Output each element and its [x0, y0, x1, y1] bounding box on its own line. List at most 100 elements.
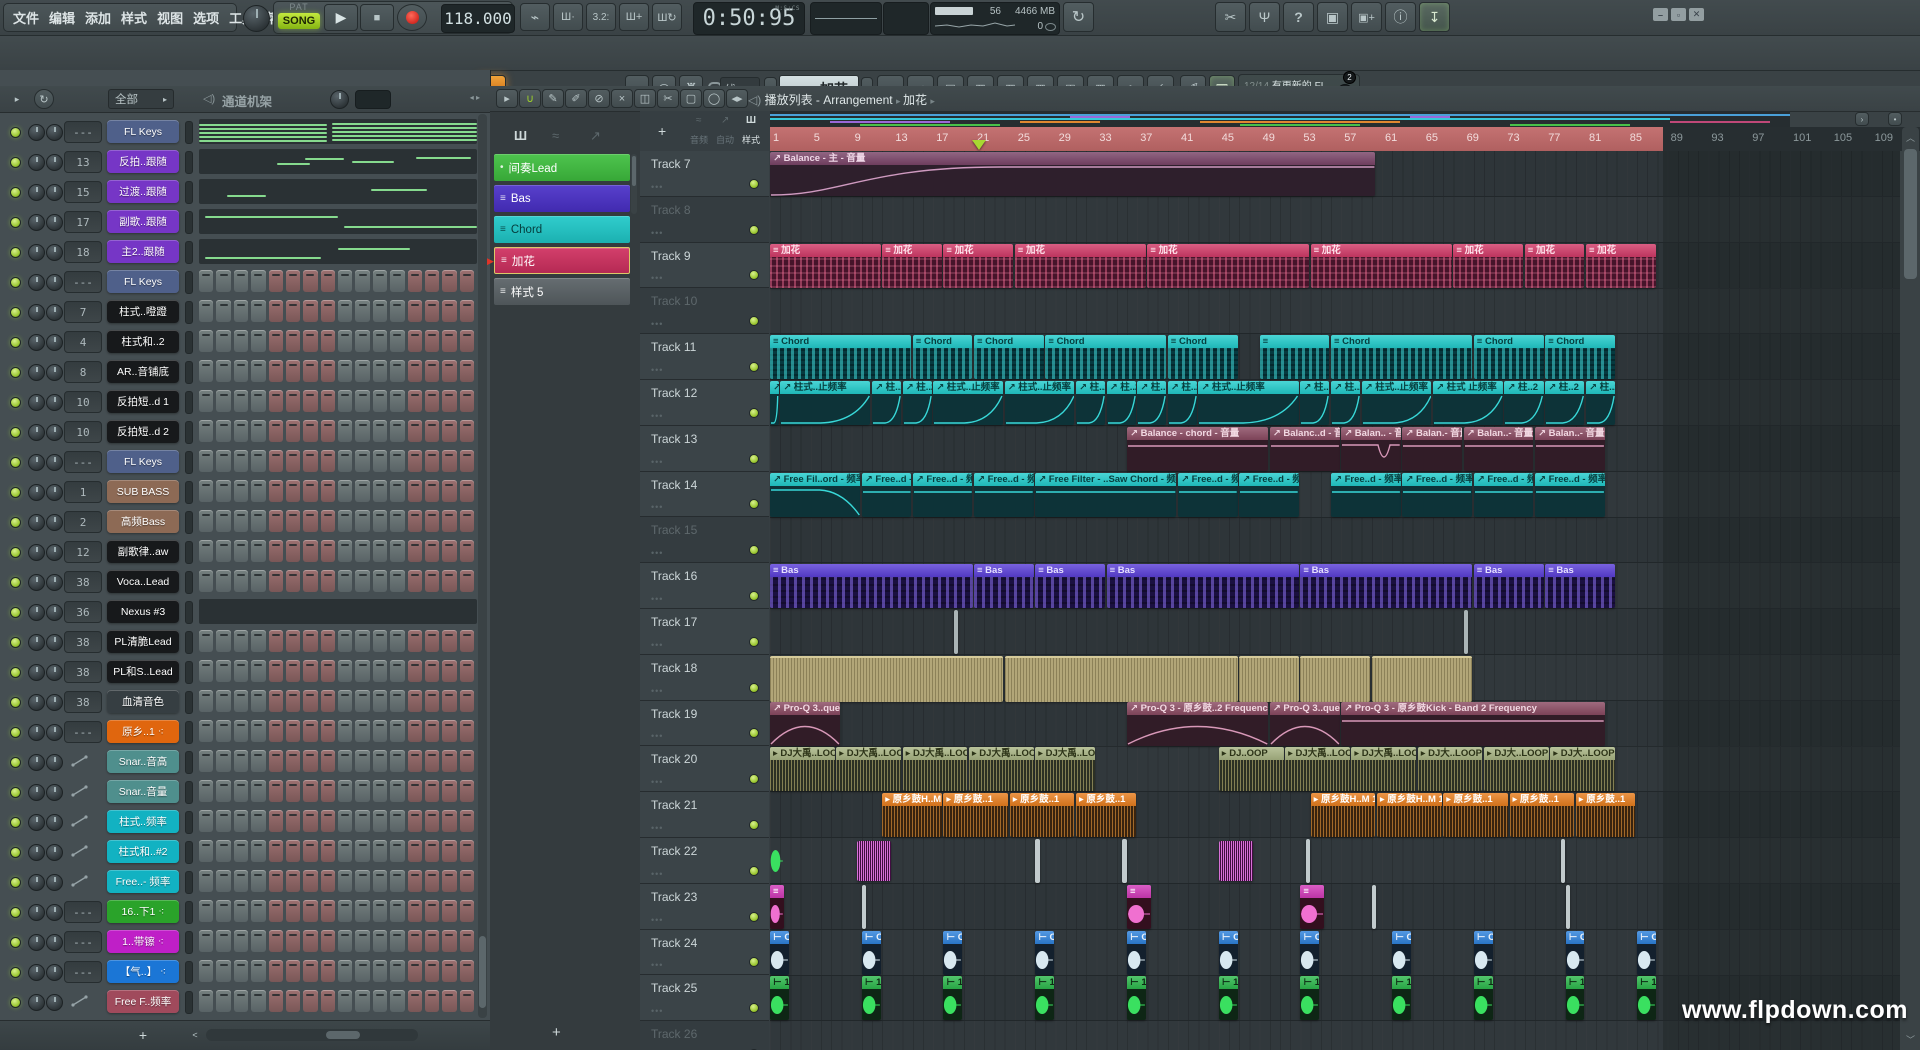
- step-cell[interactable]: [286, 690, 300, 712]
- step-cell[interactable]: [269, 630, 283, 652]
- cpu-memory-panel[interactable]: 56 4466 MB 0: [930, 2, 1060, 35]
- step-cell[interactable]: [303, 720, 317, 742]
- wait-for-input-button[interactable]: Ш·: [553, 3, 583, 31]
- step-sequencer-cells[interactable]: [199, 840, 477, 863]
- step-cell[interactable]: [355, 810, 369, 832]
- step-cell[interactable]: [390, 690, 404, 712]
- pan-knob[interactable]: [28, 394, 45, 411]
- step-cell[interactable]: [251, 270, 265, 292]
- close-button[interactable]: ✕: [1689, 8, 1704, 21]
- clip-加花[interactable]: ≡ 加花: [1311, 244, 1452, 288]
- track-mute-led[interactable]: [749, 225, 759, 235]
- step-cell[interactable]: [234, 270, 248, 292]
- channel-button[interactable]: PL清脆Lead: [107, 630, 179, 653]
- step-cell[interactable]: [199, 960, 213, 982]
- select-tool[interactable]: ▢: [680, 89, 702, 108]
- step-cell[interactable]: [460, 540, 474, 562]
- step-cell[interactable]: [373, 810, 387, 832]
- clip-柱..2[interactable]: ↗ 柱..2: [872, 381, 901, 425]
- step-cell[interactable]: [321, 510, 335, 532]
- rack-swing-knob[interactable]: [330, 90, 349, 109]
- track-name[interactable]: Track 25: [651, 981, 697, 995]
- step-sequencer-cells[interactable]: [199, 270, 477, 293]
- small-audio-clip[interactable]: [1372, 885, 1377, 929]
- small-audio-clip[interactable]: [862, 885, 867, 929]
- step-cell[interactable]: [269, 930, 283, 952]
- track-lane-11[interactable]: ≡ Chord≡ Chord≡ Chord≡ Chord≡ Chord≡ ≡ C…: [770, 334, 1900, 380]
- volume-knob[interactable]: [46, 754, 63, 771]
- step-cell[interactable]: [460, 990, 474, 1012]
- track-lane-19[interactable]: ↗ Pro-Q 3..quency↗ Pro-Q 3 - 原乡鼓..2 Freq…: [770, 701, 1900, 747]
- step-cell[interactable]: [425, 540, 439, 562]
- clip-DJ大禹..LOOP[interactable]: ▸ DJ大禹..LOOP: [836, 747, 901, 791]
- pattern-item-样式 5[interactable]: ≡样式 5: [494, 278, 630, 305]
- step-cell[interactable]: [425, 660, 439, 682]
- audio-clip[interactable]: [770, 656, 1003, 702]
- step-cell[interactable]: [373, 750, 387, 772]
- step-cell[interactable]: [425, 390, 439, 412]
- clip-DJ大..LOOP[interactable]: ▸ DJ大..LOOP: [1484, 747, 1549, 791]
- step-cell[interactable]: [234, 750, 248, 772]
- step-cell[interactable]: [269, 450, 283, 472]
- track-grip[interactable]: •••: [651, 273, 663, 283]
- volume-knob[interactable]: [46, 784, 63, 801]
- paint-tool[interactable]: ✐: [565, 89, 587, 108]
- step-cell[interactable]: [460, 510, 474, 532]
- track-mute-led[interactable]: [749, 637, 759, 647]
- step-cell[interactable]: [303, 510, 317, 532]
- step-cell[interactable]: [269, 990, 283, 1012]
- small-audio-clip[interactable]: [1561, 839, 1566, 883]
- track-header-Track-20[interactable]: Track 20•••: [640, 746, 769, 792]
- clip-柱..2[interactable]: ↗ 柱..2: [1331, 381, 1360, 425]
- step-cell[interactable]: [460, 480, 474, 502]
- volume-knob[interactable]: [46, 694, 63, 711]
- step-cell[interactable]: [408, 930, 422, 952]
- step-cell[interactable]: [408, 780, 422, 802]
- channel-button[interactable]: Nexus #3: [107, 600, 179, 623]
- time-display[interactable]: 0:50:95 M:S:CS: [693, 2, 805, 35]
- clip-DJ大禹..LOOP[interactable]: ▸ DJ大禹..LOOP: [1285, 747, 1350, 791]
- clip-1..1[interactable]: ⊢ 1..1: [1035, 976, 1054, 1020]
- step-cell[interactable]: [216, 480, 230, 502]
- track-name[interactable]: Track 11: [651, 340, 696, 354]
- volume-knob[interactable]: [46, 964, 63, 981]
- step-sequencer-cells[interactable]: [199, 420, 477, 443]
- track-name[interactable]: Track 14: [651, 478, 697, 492]
- step-sequencer-cells[interactable]: [199, 780, 477, 803]
- step-cell[interactable]: [216, 300, 230, 322]
- step-cell[interactable]: [442, 540, 456, 562]
- step-cell[interactable]: [286, 780, 300, 802]
- step-cell[interactable]: [425, 990, 439, 1012]
- step-cell[interactable]: [321, 900, 335, 922]
- step-cell[interactable]: [408, 900, 422, 922]
- clip-C..1[interactable]: ⊢ C..1: [1219, 931, 1238, 975]
- step-cell[interactable]: [303, 990, 317, 1012]
- channel-button[interactable]: 【气..】 ⁖: [107, 960, 179, 983]
- clip-Balance - chord - 音量[interactable]: ↗ Balance - chord - 音量: [1127, 427, 1268, 471]
- clip-Bas[interactable]: ≡ Bas: [1545, 564, 1615, 608]
- small-audio-clip[interactable]: [954, 610, 958, 654]
- step-cell[interactable]: [390, 780, 404, 802]
- picker-scrollbar[interactable]: [631, 154, 637, 214]
- step-cell[interactable]: [373, 420, 387, 442]
- step-cell[interactable]: [390, 270, 404, 292]
- retro-record-button[interactable]: Ш↻: [652, 3, 682, 31]
- step-cell[interactable]: [408, 360, 422, 382]
- step-cell[interactable]: [390, 930, 404, 952]
- step-cell[interactable]: [408, 810, 422, 832]
- step-cell[interactable]: [373, 990, 387, 1012]
- step-cell[interactable]: [355, 960, 369, 982]
- step-cell[interactable]: [460, 780, 474, 802]
- step-cell[interactable]: [390, 870, 404, 892]
- step-cell[interactable]: [199, 360, 213, 382]
- channel-button[interactable]: 柱式..频率: [107, 810, 179, 833]
- step-cell[interactable]: [408, 960, 422, 982]
- channel-target-box[interactable]: 4: [64, 331, 102, 353]
- step-cell[interactable]: [442, 390, 456, 412]
- step-cell[interactable]: [286, 900, 300, 922]
- clip-加花[interactable]: ≡ 加花: [1147, 244, 1309, 288]
- step-sequencer-cells[interactable]: [199, 750, 477, 773]
- clip-1..1[interactable]: ⊢ 1..1: [1219, 976, 1238, 1020]
- channel-target-box[interactable]: 13: [64, 151, 102, 173]
- channel-button[interactable]: 高频Bass: [107, 510, 179, 533]
